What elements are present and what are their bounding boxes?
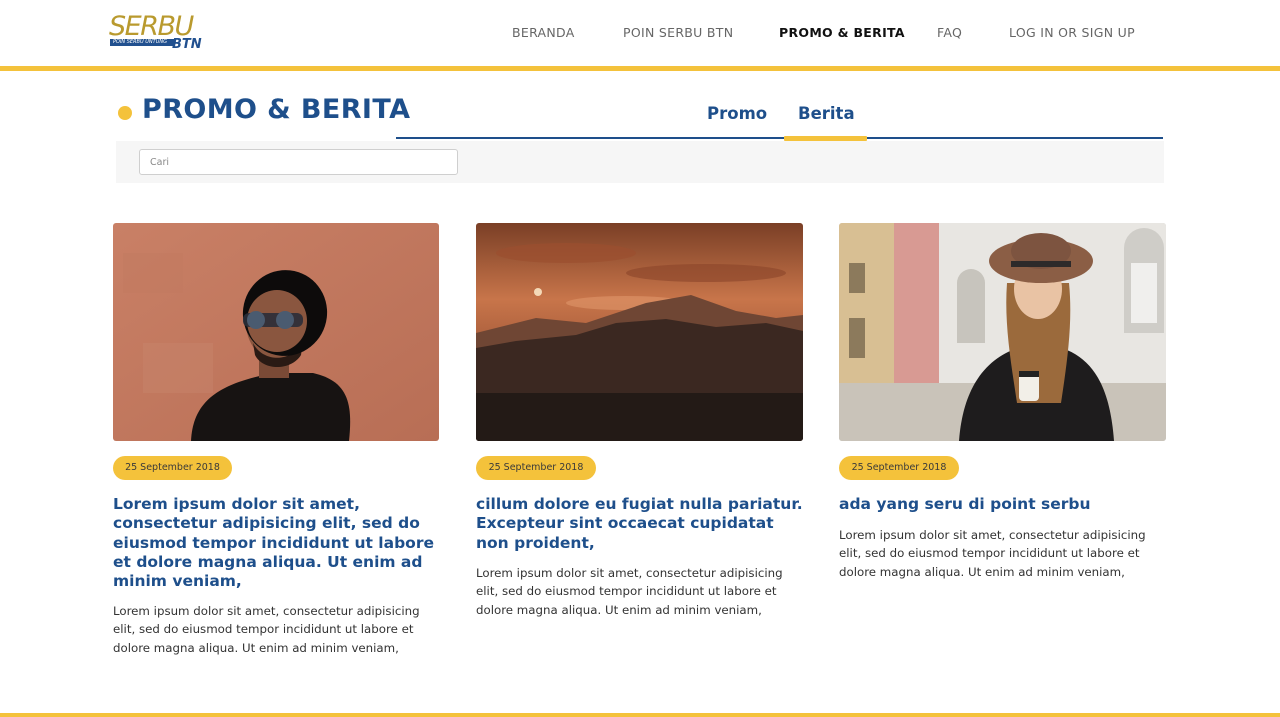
main-nav: BERANDA POIN SERBU BTN PROMO & BERITA FA… [0, 25, 1280, 41]
article-excerpt-3: Lorem ipsum dolor sit amet, consectetur … [839, 528, 1146, 579]
tab-promo[interactable]: Promo [707, 104, 767, 123]
nav-beranda[interactable]: BERANDA [512, 25, 575, 40]
article-image-1[interactable] [113, 223, 439, 441]
nav-login-signup[interactable]: LOG IN OR SIGN UP [1009, 25, 1135, 40]
site-header: SERBU POIN SERBU UNTUNG BTN BERANDA POIN… [0, 0, 1280, 66]
nav-faq[interactable]: FAQ [937, 25, 962, 40]
article-date-3: 25 September 2018 [839, 456, 959, 480]
photo-man-hat [113, 223, 439, 441]
article-title-3[interactable]: ada yang seru di point serbu [839, 495, 1169, 514]
article-image-3[interactable] [839, 223, 1166, 441]
article-excerpt-1: Lorem ipsum dolor sit amet, consectetur … [113, 604, 420, 655]
nav-poin-serbu-btn[interactable]: POIN SERBU BTN [623, 25, 733, 40]
photo-woman-street [839, 223, 1166, 441]
tabs-divider [396, 137, 1163, 139]
article-date-1: 25 September 2018 [113, 456, 232, 480]
search-input[interactable] [139, 149, 458, 175]
photo-mountain-sunset [476, 223, 803, 441]
article-title-1[interactable]: Lorem ipsum dolor sit amet, consectetur … [113, 495, 443, 591]
title-bullet-icon [118, 106, 132, 120]
header-divider [0, 66, 1280, 71]
article-image-2[interactable] [476, 223, 803, 441]
footer-divider [0, 713, 1280, 717]
nav-promo-berita[interactable]: PROMO & BERITA [779, 25, 905, 40]
article-title-2[interactable]: cillum dolore eu fugiat nulla pariatur. … [476, 495, 806, 553]
page-title: PROMO & BERITA [142, 94, 411, 125]
tab-berita[interactable]: Berita [798, 104, 855, 123]
article-excerpt-2: Lorem ipsum dolor sit amet, consectetur … [476, 566, 783, 617]
article-date-2: 25 September 2018 [476, 456, 596, 480]
